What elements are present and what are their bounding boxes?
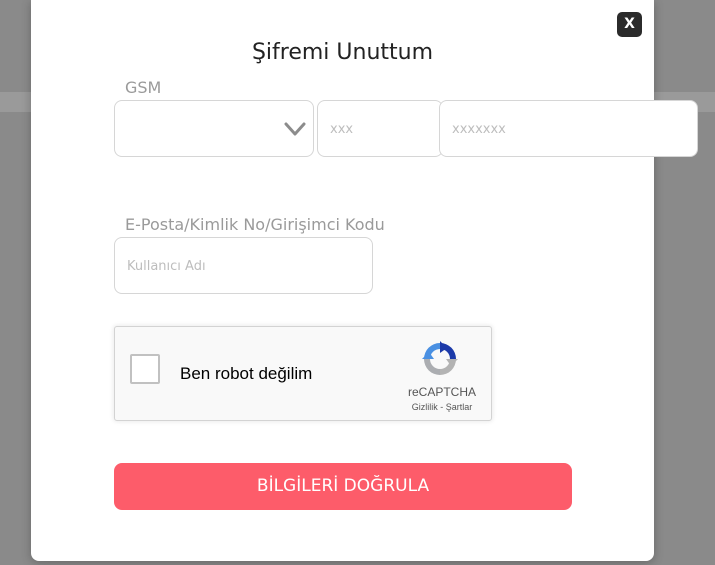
forgot-password-modal: X Şifremi Unuttum GSM E-Posta/Kimlik No/…: [31, 0, 698, 561]
terms-link[interactable]: Şartlar: [446, 402, 473, 412]
verify-button[interactable]: BİLGİLERİ DOĞRULA: [114, 463, 572, 510]
recaptcha-logo-icon: [422, 341, 458, 375]
gsm-label: GSM: [125, 78, 162, 97]
modal-title: Şifremi Unuttum: [251, 40, 434, 65]
chevron-down-icon: [284, 122, 306, 136]
recaptcha-brand: reCAPTCHA: [407, 385, 476, 399]
recaptcha-widget: Ben robot değilim reCAPTCHA Gizlilik - Ş…: [114, 326, 492, 421]
recaptcha-checkbox[interactable]: [130, 354, 160, 384]
identity-label: E-Posta/Kimlik No/Girişimci Kodu: [125, 215, 385, 234]
country-code-select[interactable]: [114, 100, 314, 157]
area-code-field[interactable]: [317, 100, 443, 157]
phone-number-input[interactable]: [440, 101, 697, 156]
links-separator: -: [440, 402, 444, 412]
close-button[interactable]: X: [617, 12, 642, 37]
recaptcha-links: Gizlilik - Şartlar: [398, 402, 486, 412]
username-input[interactable]: [115, 238, 372, 293]
privacy-link[interactable]: Gizlilik: [412, 402, 438, 412]
phone-number-field[interactable]: [439, 100, 698, 157]
username-field[interactable]: [114, 237, 373, 294]
recaptcha-label: Ben robot değilim: [180, 364, 313, 383]
area-code-input[interactable]: [318, 101, 442, 156]
